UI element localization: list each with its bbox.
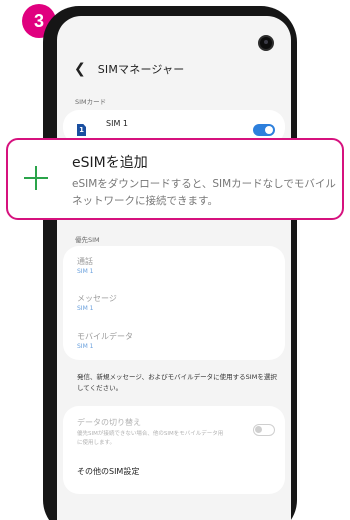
preferred-sim-calls-value: SIM 1 xyxy=(77,268,94,275)
sim-card-section-label: SIMカード xyxy=(75,98,107,106)
add-esim-callout[interactable]: eSIMを追加 eSIMをダウンロードすると、SIMカードなしでモバイルネットワ… xyxy=(6,138,344,220)
preferred-sim-messages-value: SIM 1 xyxy=(77,305,94,312)
sim1-toggle[interactable] xyxy=(253,124,275,136)
other-sim-settings-item[interactable]: その他のSIM設定 xyxy=(77,466,139,477)
preferred-sim-calls-label[interactable]: 通話 xyxy=(77,256,93,267)
plus-icon xyxy=(24,166,48,190)
preferred-sim-mobile-data-value: SIM 1 xyxy=(77,343,94,350)
preferred-sim-messages-label[interactable]: メッセージ xyxy=(77,293,117,304)
data-switch-toggle xyxy=(253,424,275,436)
preferred-sim-info-text: 発信、新規メッセージ、およびモバイルデータに使用するSIMを選択してください。 xyxy=(77,373,277,393)
add-esim-title: eSIMを追加 xyxy=(72,155,148,171)
app-header: ❮ SIMマネージャー xyxy=(74,58,184,80)
add-esim-description: eSIMをダウンロードすると、SIMカードなしでモバイルネットワークに接続できま… xyxy=(72,178,336,207)
data-switch-description: 優先SIMが接続できない場合、他のSIMをモバイルデータ用に使用します。 xyxy=(77,431,224,446)
page-title: SIMマネージャー xyxy=(97,63,185,76)
sim1-label[interactable]: SIM 1 xyxy=(106,119,128,128)
preferred-sim-mobile-data-label[interactable]: モバイルデータ xyxy=(77,331,133,342)
data-switch-label: データの切り替え xyxy=(77,418,141,427)
front-camera xyxy=(258,35,274,51)
preferred-sim-section-label: 優先SIM xyxy=(75,236,100,244)
sim-card-icon: 1 xyxy=(77,124,86,136)
arrow-back-icon[interactable]: ❮ xyxy=(74,62,86,76)
